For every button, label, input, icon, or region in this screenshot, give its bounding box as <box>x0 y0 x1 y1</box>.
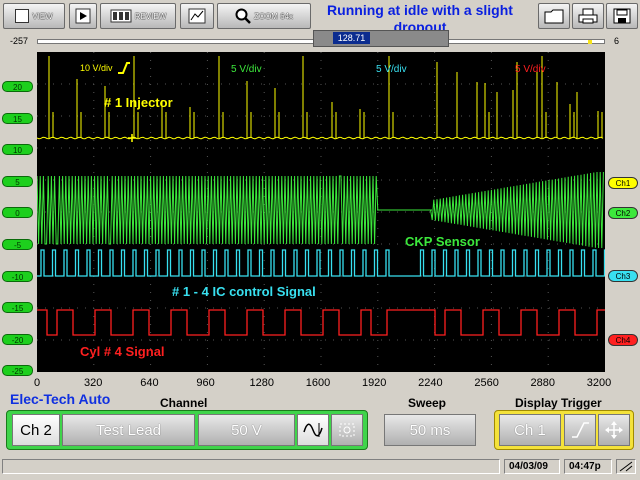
y-tick-label: 5 <box>2 175 33 187</box>
ch2-trace <box>37 171 604 249</box>
filmstrip-icon <box>110 9 132 23</box>
zoom-button[interactable]: ZOOM 64x <box>217 3 311 29</box>
status-message <box>2 459 500 474</box>
play-button[interactable] <box>69 3 97 29</box>
view-label: VIEW <box>32 11 53 21</box>
play-icon <box>75 8 91 24</box>
x-tick-label: 1600 <box>305 377 331 389</box>
review-label: REVIEW <box>134 11 167 21</box>
x-tick-label: 320 <box>84 377 103 389</box>
y-tick-label: 0 <box>2 207 33 219</box>
x-tick-label: 2880 <box>530 377 556 389</box>
timeline-position: 128.71 <box>333 32 370 44</box>
y-tick-label: -10 <box>2 270 33 282</box>
x-tick-label: 2560 <box>474 377 499 389</box>
x-tick-label: 2240 <box>418 377 443 389</box>
x-tick-label: 1280 <box>249 377 275 389</box>
cyl-annotation: Cyl # 4 Signal <box>80 344 165 359</box>
ch3-scale-label: 5 V/div <box>376 64 407 75</box>
status-time: 04:47p <box>564 459 612 474</box>
ch4-scale-label: 5 V/div <box>515 64 546 75</box>
y-tick-label: 20 <box>2 81 33 92</box>
save-icon <box>613 8 631 24</box>
review-button[interactable]: REVIEW <box>100 3 176 29</box>
y-tick-label: -20 <box>2 333 33 345</box>
y-tick-label: 10 <box>2 144 33 156</box>
volts-select-button[interactable]: 50 V <box>198 414 295 446</box>
y-tick-label: -15 <box>2 302 33 314</box>
probe-select-button[interactable]: Test Lead <box>62 414 195 446</box>
x-tick-label: 1920 <box>361 377 387 389</box>
slope-icon <box>572 422 589 438</box>
ch4-marker[interactable]: Ch4 <box>608 334 638 346</box>
trigger-position-button[interactable] <box>598 414 630 446</box>
timeline-start: -257 <box>10 36 29 46</box>
ch1-marker[interactable]: Ch1 <box>608 177 638 189</box>
timeline-end: 6 <box>614 36 620 46</box>
status-date: 04/03/09 <box>504 459 560 474</box>
ch3-marker[interactable]: Ch3 <box>608 270 638 282</box>
ch4-trace <box>37 309 605 336</box>
trigger-channel-button[interactable]: Ch 1 <box>499 414 561 446</box>
crosshair-icon <box>605 421 623 439</box>
save-button[interactable] <box>606 3 638 29</box>
cursor-measure-icon <box>188 8 206 24</box>
zoom-label: ZOOM 64x <box>253 11 294 21</box>
print-button[interactable] <box>572 3 604 29</box>
x-tick-label: 3200 <box>586 377 612 389</box>
channel-settings-button[interactable] <box>331 414 363 446</box>
x-tick-label: 640 <box>140 377 159 389</box>
ch1-trace <box>37 136 604 140</box>
view-button[interactable]: VIEW <box>3 3 65 29</box>
ic-annotation: # 1 - 4 IC control Signal <box>172 284 316 299</box>
cursor-marker <box>128 134 136 142</box>
magnifier-icon <box>235 8 251 24</box>
y-tick-label: -25 <box>2 365 33 377</box>
view-icon <box>15 9 30 23</box>
x-tick-label: 960 <box>196 377 215 389</box>
y-tick-label: 15 <box>2 112 33 124</box>
ch2-scale-label: 5 V/div <box>231 64 262 75</box>
brand-label: Elec-Tech Auto <box>10 391 111 407</box>
ch2-marker[interactable]: Ch2 <box>608 207 638 219</box>
trigger-slope-button[interactable] <box>564 414 596 446</box>
gear-icon <box>339 423 355 437</box>
trigger-group-label: Display Trigger <box>515 396 602 410</box>
trigger-marker <box>588 40 592 44</box>
folder-icon <box>544 9 564 24</box>
channel-select-button[interactable]: Ch 2 <box>12 414 60 446</box>
coupling-button[interactable] <box>297 414 329 446</box>
printer-icon <box>578 8 598 24</box>
rising-edge-trigger-icon <box>118 62 130 74</box>
ckp-annotation: CKP Sensor <box>405 234 480 249</box>
x-tick-label: 0 <box>33 377 41 389</box>
y-tick-label: -5 <box>2 239 33 250</box>
injector-annotation: # 1 Injector <box>104 95 173 110</box>
sweep-select-button[interactable]: 50 ms <box>384 414 476 446</box>
ch1-scale-label: 10 V/div <box>80 63 113 73</box>
status-bar: 04/03/09 04:47p <box>2 457 638 477</box>
waveform-invert-icon <box>303 423 323 437</box>
ch3-trace <box>37 249 605 277</box>
channel-group-label: Channel <box>160 396 208 410</box>
battery-icon <box>616 459 636 474</box>
folder-button[interactable] <box>538 3 570 29</box>
sweep-group-label: Sweep <box>408 396 447 410</box>
cursor-button[interactable] <box>180 3 214 29</box>
